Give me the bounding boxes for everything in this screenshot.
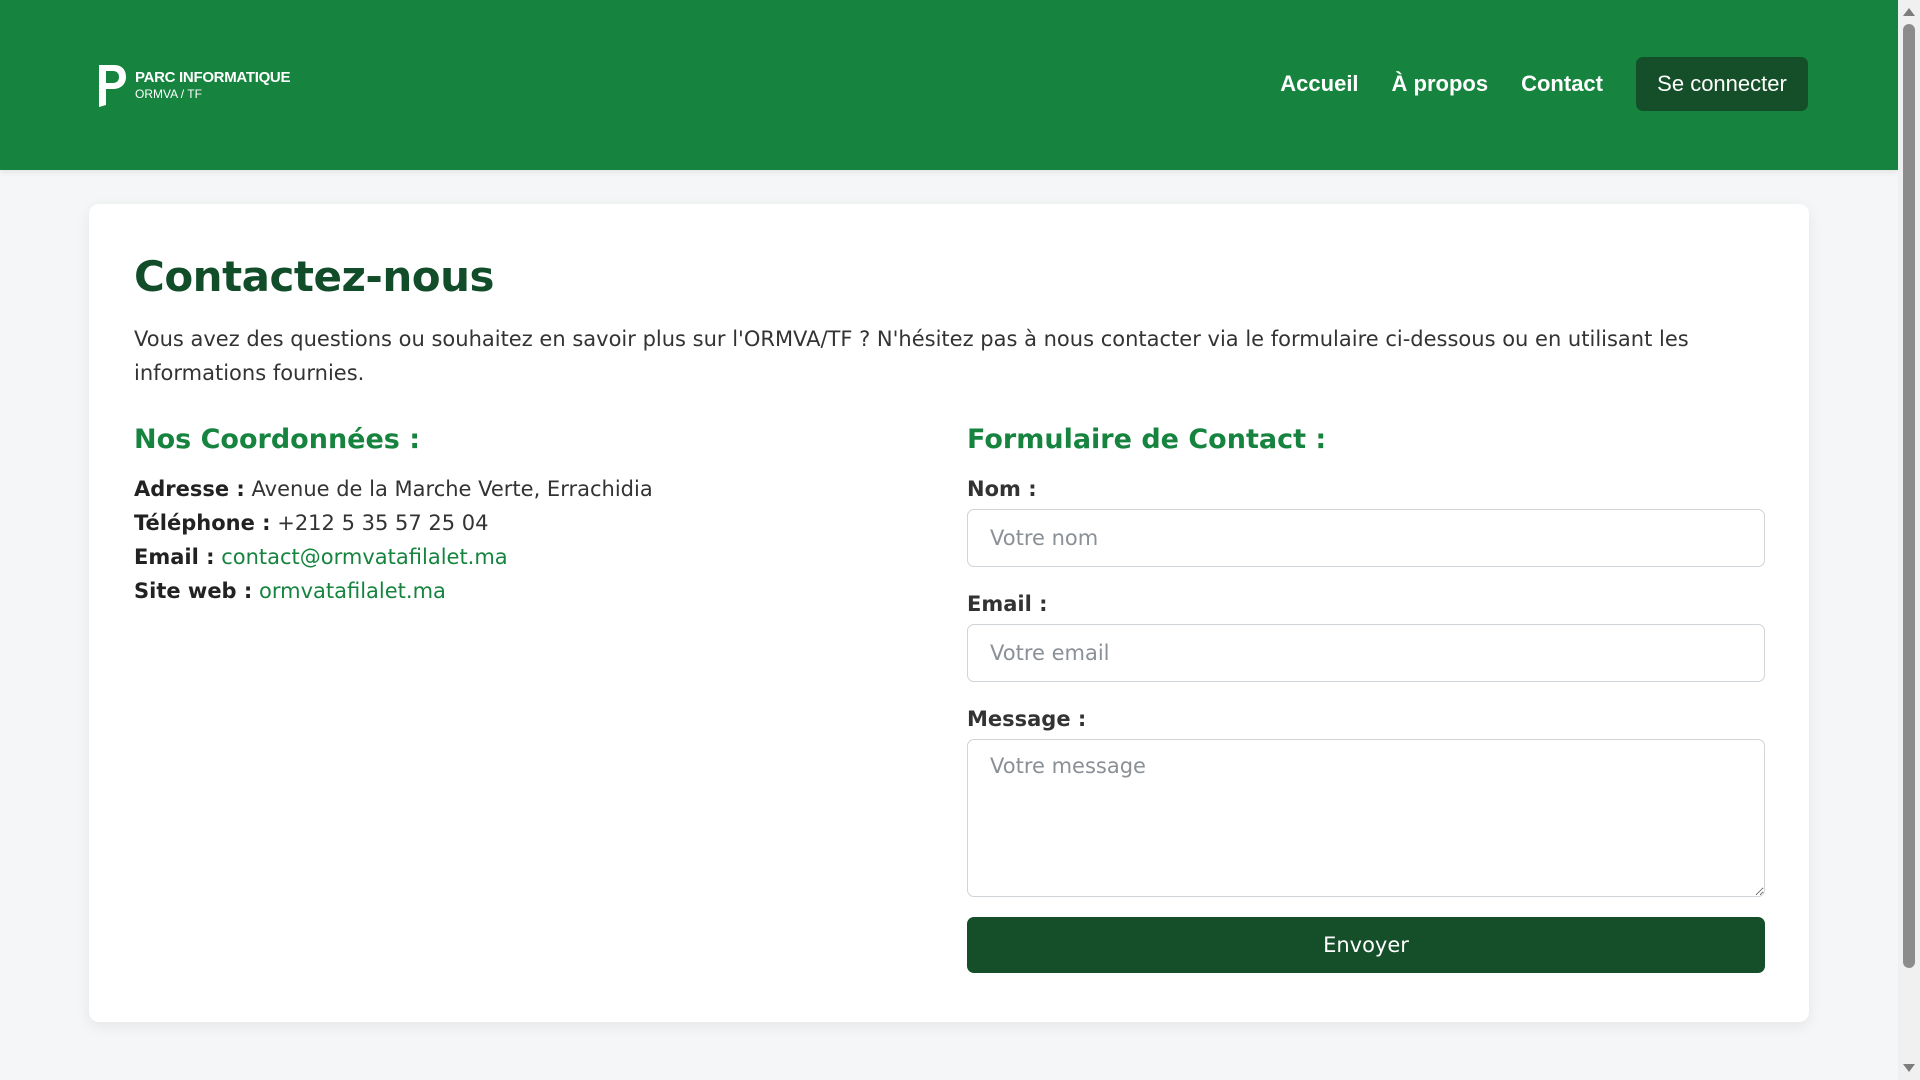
vertical-scrollbar[interactable]: [1898, 0, 1920, 1080]
intro-text: Vous avez des questions ou souhaitez en …: [134, 327, 1689, 385]
login-button[interactable]: Se connecter: [1636, 57, 1808, 111]
contact-form-title: Formulaire de Contact :: [967, 424, 1327, 455]
contact-card: Contactez-nous Vous avez des questions o…: [89, 204, 1809, 1022]
phone-label: Téléphone :: [134, 511, 271, 535]
site-header: PARC INFORMATIQUE ORMVA / TF Accueil À p…: [0, 0, 1898, 170]
email-input[interactable]: [967, 624, 1765, 682]
contact-form: Nom : Email : Message : Envoyer: [967, 472, 1767, 973]
address-value: Avenue de la Marche Verte, Errachidia: [251, 477, 653, 501]
brand-text: PARC INFORMATIQUE ORMVA / TF: [135, 70, 290, 100]
nav-link-a-propos[interactable]: À propos: [1392, 71, 1489, 97]
address-label: Adresse :: [134, 477, 245, 501]
email-field-group: Email :: [967, 587, 1767, 682]
phone-value: +212 5 35 57 25 04: [277, 511, 489, 535]
coordinates-list: Adresse : Avenue de la Marche Verte, Err…: [134, 472, 653, 608]
message-textarea[interactable]: [967, 739, 1765, 897]
scrollbar-thumb[interactable]: [1903, 24, 1915, 968]
page-title: Contactez-nous: [134, 252, 495, 301]
brand-subtitle: ORMVA / TF: [135, 86, 202, 101]
name-field-group: Nom :: [967, 472, 1767, 567]
brand-title: PARC INFORMATIQUE: [135, 68, 291, 86]
coordinates-title: Nos Coordonnées :: [134, 424, 421, 455]
message-label: Message :: [967, 707, 1087, 731]
scroll-down-arrow-icon[interactable]: [1903, 1064, 1915, 1072]
email-field-label: Email :: [967, 592, 1048, 616]
address-row: Adresse : Avenue de la Marche Verte, Err…: [134, 472, 653, 506]
message-field-group: Message :: [967, 702, 1767, 897]
nav-link-contact[interactable]: Contact: [1521, 71, 1603, 97]
name-input[interactable]: [967, 509, 1765, 567]
p-logo-icon: [99, 65, 126, 107]
email-label: Email :: [134, 545, 215, 569]
website-label: Site web :: [134, 579, 253, 603]
send-button[interactable]: Envoyer: [967, 917, 1765, 973]
main-nav: Accueil À propos Contact Se connecter: [1280, 57, 1808, 111]
website-row: Site web : ormvatafilalet.ma: [134, 574, 653, 608]
nav-link-accueil[interactable]: Accueil: [1280, 71, 1358, 97]
page: PARC INFORMATIQUE ORMVA / TF Accueil À p…: [0, 0, 1898, 1080]
website-link[interactable]: ormvatafilalet.ma: [259, 579, 446, 603]
email-link[interactable]: contact@ormvatafilalet.ma: [221, 545, 507, 569]
brand-logo[interactable]: PARC INFORMATIQUE ORMVA / TF: [95, 60, 290, 110]
phone-row: Téléphone : +212 5 35 57 25 04: [134, 506, 653, 540]
email-row: Email : contact@ormvatafilalet.ma: [134, 540, 653, 574]
scroll-up-arrow-icon[interactable]: [1903, 8, 1915, 16]
name-label: Nom :: [967, 477, 1037, 501]
